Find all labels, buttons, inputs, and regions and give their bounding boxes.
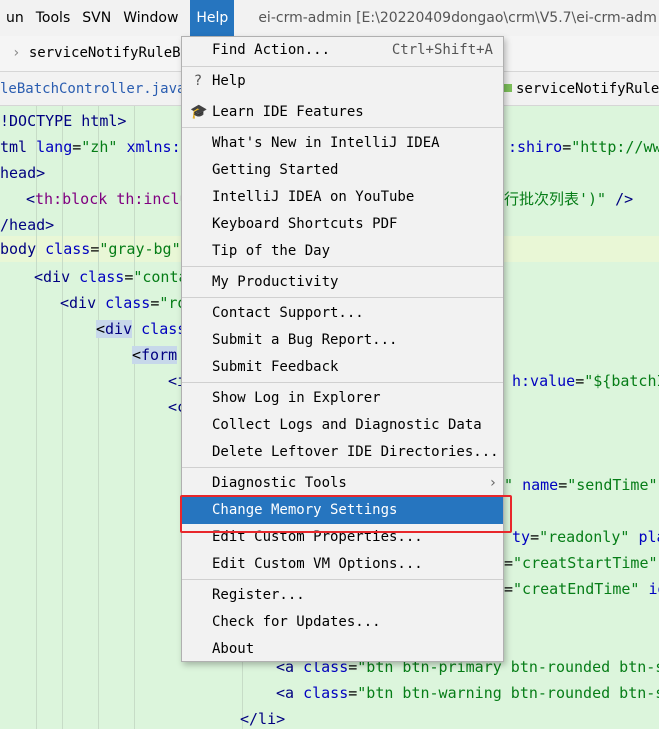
menu-item-label: IntelliJ IDEA on YouTube: [212, 189, 415, 205]
menu-separator: [182, 66, 503, 67]
code-line: <div class: [96, 320, 187, 338]
menu-item-find-action[interactable]: Find Action... Ctrl+Shift+A: [182, 37, 503, 64]
code-line: <form: [132, 346, 178, 364]
menu-item-label: Delete Leftover IDE Directories...: [212, 444, 499, 460]
menu-svn-label: SVN: [82, 10, 112, 26]
menu-item-tip-of-the-day[interactable]: Tip of the Day: [182, 238, 503, 265]
menu-item-label: Getting Started: [212, 162, 339, 178]
menu-item-label: Tip of the Day: [212, 243, 331, 259]
code-line-tail: 行批次列表')" />: [504, 190, 634, 208]
highlight-annotation: [180, 495, 512, 533]
code-line: <a class="btn btn-warning btn-rounded bt…: [276, 684, 659, 702]
menu-item-about[interactable]: About: [182, 636, 503, 663]
code-line: head>: [0, 164, 46, 182]
menu-item-submit-feedback[interactable]: Submit Feedback: [182, 354, 503, 381]
menu-separator: [182, 127, 503, 128]
menu-item-learn[interactable]: 🎓 Learn IDE Features: [182, 99, 503, 126]
code-line: <th:block th:inclu: [26, 190, 189, 208]
menu-item-label: Show Log in Explorer: [212, 390, 381, 406]
menu-item-help[interactable]: ? Help: [182, 68, 503, 95]
menu-item-edit-custom-vm[interactable]: Edit Custom VM Options...: [182, 551, 503, 578]
menu-item-diagnostic-tools[interactable]: Diagnostic Tools ›: [182, 470, 503, 497]
menu-item-contact-support[interactable]: Contact Support...: [182, 300, 503, 327]
code-line: tml lang="zh" xmlns:: [0, 138, 181, 156]
graduation-cap-icon: 🎓: [190, 104, 208, 120]
menu-item-submit-bug[interactable]: Submit a Bug Report...: [182, 327, 503, 354]
editor-tab-controller[interactable]: leBatchController.java: [0, 81, 185, 97]
menu-item-label: Find Action...: [212, 42, 331, 58]
html-file-icon: [504, 84, 512, 92]
menu-item-label: About: [212, 641, 255, 657]
menu-separator: [182, 382, 503, 383]
menu-item-label: Register...: [212, 587, 305, 603]
menu-tools[interactable]: Tools: [30, 0, 77, 36]
code-line-tail: ="creatStartTime": [504, 554, 658, 572]
menu-separator: [182, 579, 503, 580]
code-line: </li>: [240, 710, 286, 728]
help-menu: Find Action... Ctrl+Shift+A ? Help 🎓 Learn …: [181, 36, 504, 662]
menu-separator: [182, 266, 503, 267]
menu-run[interactable]: un: [0, 0, 30, 36]
menu-item-whats-new[interactable]: What's New in IntelliJ IDEA: [182, 130, 503, 157]
code-line: <div class="conta: [34, 268, 188, 286]
question-mark-icon: ?: [193, 73, 203, 89]
menu-item-label: What's New in IntelliJ IDEA: [212, 135, 440, 151]
code-line: body class="gray-bg">: [0, 240, 190, 258]
menu-item-register[interactable]: Register...: [182, 582, 503, 609]
shortcut-label: Ctrl+Shift+A: [391, 42, 493, 58]
menu-item-getting-started[interactable]: Getting Started: [182, 157, 503, 184]
menu-item-label: Check for Updates...: [212, 614, 381, 630]
menu-item-label: Contact Support...: [212, 305, 364, 321]
menu-item-label: Submit Feedback: [212, 359, 339, 375]
code-line-tail: " name="sendTime": [504, 476, 658, 494]
menu-window-label: Window: [123, 10, 179, 26]
menu-item-show-log[interactable]: Show Log in Explorer: [182, 385, 503, 412]
menu-tools-label: Tools: [35, 10, 71, 26]
menu-help[interactable]: Help: [190, 0, 235, 36]
menu-help-label: Help: [196, 10, 229, 26]
menu-item-label: Collect Logs and Diagnostic Data: [212, 417, 482, 433]
menu-item-productivity[interactable]: My Productivity: [182, 269, 503, 296]
code-line: /head>: [0, 216, 55, 234]
code-line-tail: ty="readonly" plac: [512, 528, 659, 546]
menu-separator: [182, 297, 503, 298]
code-line-tail: h:value="${batchId: [512, 372, 659, 390]
menu-item-label: Learn IDE Features: [212, 104, 364, 120]
window-title: ei-crm-admin [E:\20220409dongao\crm\V5.7…: [258, 10, 657, 26]
chevron-left-icon: ›: [12, 45, 21, 61]
chevron-right-icon: ›: [488, 475, 497, 491]
menu-window[interactable]: Window: [117, 0, 184, 36]
menu-run-label: un: [6, 10, 24, 26]
menu-item-collect-logs[interactable]: Collect Logs and Diagnostic Data: [182, 412, 503, 439]
menu-svn[interactable]: SVN: [76, 0, 117, 36]
editor-tab-html[interactable]: serviceNotifyRuleBa: [504, 81, 659, 97]
menu-item-label: Submit a Bug Report...: [212, 332, 398, 348]
menu-item-youtube[interactable]: IntelliJ IDEA on YouTube: [182, 184, 503, 211]
menu-item-label: My Productivity: [212, 274, 339, 290]
menu-separator: [182, 467, 503, 468]
menu-item-check-updates[interactable]: Check for Updates...: [182, 609, 503, 636]
code-line: !DOCTYPE html>: [0, 112, 127, 130]
code-line-tail: ="creatEndTime" id: [504, 580, 659, 598]
menu-item-label: Diagnostic Tools: [212, 475, 347, 491]
menu-bar: un Tools SVN Window Help ei-crm-admin [E…: [0, 0, 659, 36]
code-line-tail: :shiro="http://www: [508, 138, 659, 156]
menu-item-label: Help: [212, 73, 246, 89]
menu-item-shortcuts-pdf[interactable]: Keyboard Shortcuts PDF: [182, 211, 503, 238]
menu-item-label: Edit Custom VM Options...: [212, 556, 423, 572]
editor-tab-html-label: serviceNotifyRuleBa: [516, 81, 659, 97]
menu-item-label: Keyboard Shortcuts PDF: [212, 216, 398, 232]
menu-item-delete-leftover[interactable]: Delete Leftover IDE Directories...: [182, 439, 503, 466]
code-line: <div class="ro: [60, 294, 187, 312]
